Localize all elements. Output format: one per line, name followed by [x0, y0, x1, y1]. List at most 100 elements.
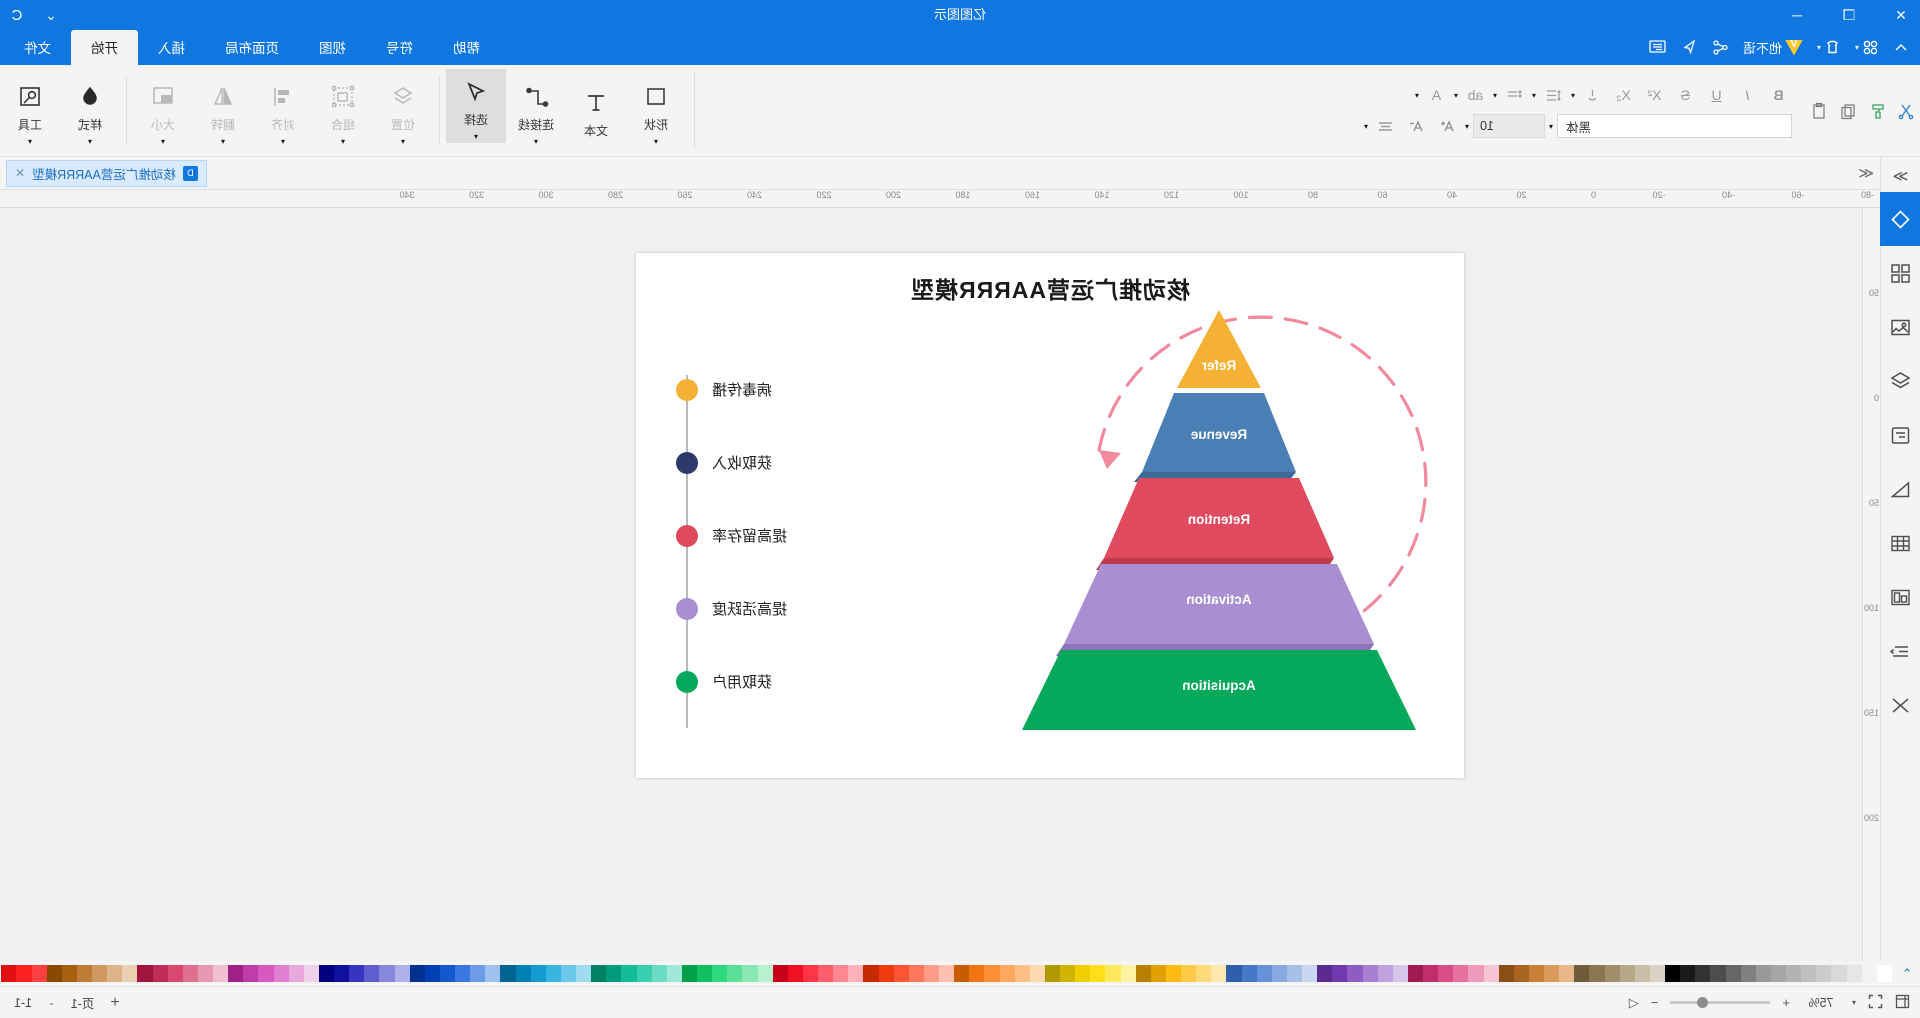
chevron-down-icon[interactable]: ▾ — [1549, 122, 1553, 131]
superscript-icon[interactable]: X² — [1641, 83, 1668, 108]
color-swatch[interactable] — [863, 965, 879, 982]
color-swatch[interactable] — [1876, 965, 1892, 982]
chevron-down-icon[interactable]: ▾ — [1415, 91, 1419, 100]
color-swatch[interactable] — [621, 965, 637, 982]
color-swatch[interactable] — [1468, 965, 1484, 982]
color-swatch[interactable] — [576, 965, 592, 982]
sidebar-item-templates[interactable] — [1881, 246, 1920, 300]
font-size-input[interactable]: 10 — [1472, 114, 1545, 138]
color-swatch[interactable] — [1816, 965, 1832, 982]
color-swatch[interactable] — [757, 965, 773, 982]
tab-view[interactable]: 视图 — [299, 30, 366, 65]
ribbon-button-size[interactable]: 大小 ▾ — [133, 65, 193, 156]
color-swatch[interactable] — [92, 965, 108, 982]
prev-page-button[interactable]: ◁ — [1629, 995, 1639, 1011]
color-swatch[interactable] — [515, 965, 531, 982]
ribbon-button-text[interactable]: 文本 — [566, 65, 626, 156]
color-swatch[interactable] — [1453, 965, 1469, 982]
align-text-icon[interactable] — [1372, 114, 1399, 139]
palette-expand-icon[interactable]: ⌃ — [1894, 966, 1920, 982]
color-swatch[interactable] — [364, 965, 380, 982]
color-swatch[interactable] — [137, 965, 153, 982]
document-page[interactable]: 核动推广运营AARRR模型 Refer Revenue Retention Ac… — [636, 253, 1464, 778]
color-swatch[interactable] — [1740, 965, 1756, 982]
tab-home[interactable]: 开始 — [71, 30, 138, 65]
color-swatch[interactable] — [1483, 965, 1499, 982]
color-swatch[interactable] — [1619, 965, 1635, 982]
color-swatch[interactable] — [470, 965, 486, 982]
color-swatch[interactable] — [803, 965, 819, 982]
color-swatch[interactable] — [984, 965, 1000, 982]
chevron-down-icon[interactable]: ▾ — [1852, 998, 1856, 1007]
text-position-icon[interactable] — [1579, 83, 1606, 108]
fit-page-icon[interactable] — [1895, 994, 1910, 1012]
chevron-down-icon[interactable]: ⌄ — [42, 7, 60, 24]
color-swatch[interactable] — [636, 965, 652, 982]
copy-icon[interactable] — [1835, 98, 1862, 123]
color-swatch[interactable] — [500, 965, 516, 982]
sidebar-item-images[interactable] — [1881, 300, 1920, 354]
page-selector[interactable]: 页-1 — [71, 993, 95, 1012]
tab-page-layout[interactable]: 页面布局 — [205, 30, 299, 65]
sidebar-item-measure[interactable] — [1881, 462, 1920, 516]
color-swatch[interactable] — [591, 965, 607, 982]
color-swatch[interactable] — [288, 965, 304, 982]
color-swatch[interactable] — [1710, 965, 1726, 982]
document-tab[interactable]: D 核动推广运营AARRR模型 ✕ — [6, 159, 207, 187]
chevron-down-icon[interactable]: ⌄ — [48, 998, 55, 1007]
decrease-font-icon[interactable] — [1403, 114, 1430, 139]
cut-icon[interactable] — [1893, 98, 1920, 123]
color-swatch[interactable] — [1755, 965, 1771, 982]
sidebar-item-layers[interactable] — [1881, 354, 1920, 408]
color-swatch[interactable] — [1045, 965, 1061, 982]
color-swatch[interactable] — [969, 965, 985, 982]
zoom-level[interactable]: 75% — [1802, 996, 1840, 1010]
color-swatch[interactable] — [409, 965, 425, 982]
color-swatch[interactable] — [682, 965, 698, 982]
fullscreen-icon[interactable] — [1868, 994, 1883, 1012]
tab-symbols[interactable]: 符号 — [366, 30, 433, 65]
color-swatch[interactable] — [1801, 965, 1817, 982]
color-swatch[interactable] — [485, 965, 501, 982]
tab-help[interactable]: 帮助 — [433, 30, 500, 65]
bullets-icon[interactable] — [1501, 83, 1528, 108]
color-swatch[interactable] — [1559, 965, 1575, 982]
color-swatch[interactable] — [1574, 965, 1590, 982]
color-swatch[interactable] — [1029, 965, 1045, 982]
sidebar-item-container[interactable] — [1881, 570, 1920, 624]
color-swatch[interactable] — [243, 965, 259, 982]
color-swatch[interactable] — [1317, 965, 1333, 982]
color-swatch[interactable] — [772, 965, 788, 982]
pyramid-diagram[interactable]: Refer Revenue Retention Activation Acqui… — [984, 300, 1454, 740]
color-swatch[interactable] — [848, 965, 864, 982]
qat-collapse-icon[interactable] — [1888, 38, 1914, 58]
color-swatch[interactable] — [122, 965, 138, 982]
color-swatch[interactable] — [31, 965, 47, 982]
zoom-in-button[interactable]: + — [1782, 995, 1790, 1010]
color-swatch[interactable] — [258, 965, 274, 982]
color-swatch[interactable] — [1135, 965, 1151, 982]
color-swatch[interactable] — [394, 965, 410, 982]
color-swatch[interactable] — [666, 965, 682, 982]
color-swatch[interactable] — [999, 965, 1015, 982]
color-swatch[interactable] — [1120, 965, 1136, 982]
color-swatch[interactable] — [954, 965, 970, 982]
color-swatch[interactable] — [1831, 965, 1847, 982]
color-swatch[interactable] — [198, 965, 214, 982]
color-swatch[interactable] — [1529, 965, 1545, 982]
color-swatch[interactable] — [545, 965, 561, 982]
format-painter-icon[interactable] — [1864, 98, 1891, 123]
color-swatch[interactable] — [213, 965, 229, 982]
color-swatch[interactable] — [1634, 965, 1650, 982]
underline-icon[interactable]: U — [1703, 83, 1730, 108]
color-swatch[interactable] — [1438, 965, 1454, 982]
color-swatch[interactable] — [107, 965, 123, 982]
color-swatch[interactable] — [1377, 965, 1393, 982]
canvas-area[interactable]: 核动推广运营AARRR模型 Refer Revenue Retention Ac… — [0, 208, 1862, 961]
color-swatch[interactable] — [878, 965, 894, 982]
close-icon[interactable]: ✕ — [15, 166, 25, 180]
qat-cursor-icon[interactable] — [1676, 37, 1703, 58]
color-swatch[interactable] — [742, 965, 758, 982]
rail-collapse-button[interactable]: ≫ — [1881, 159, 1920, 192]
account-avatar[interactable]: C — [6, 4, 28, 26]
